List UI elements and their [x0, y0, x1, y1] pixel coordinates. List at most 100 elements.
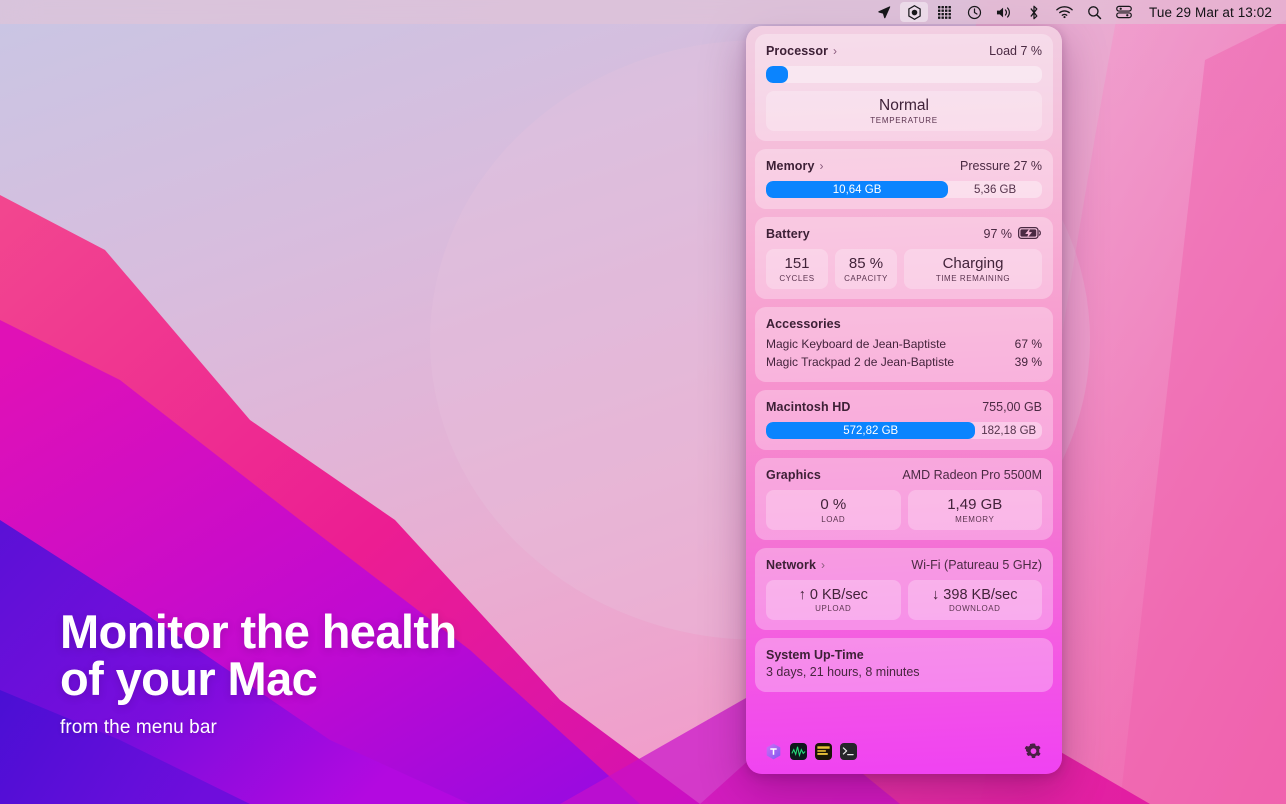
- memory-header: Memory › Pressure 27 %: [766, 157, 1042, 175]
- processor-load-value: Load 7 %: [989, 44, 1042, 58]
- battery-charging-icon: [1017, 226, 1042, 242]
- chevron-right-icon[interactable]: ›: [820, 160, 824, 172]
- graphics-card[interactable]: Graphics AMD Radeon Pro 5500M 0 % LOAD 1…: [755, 458, 1053, 540]
- control-center-icon[interactable]: [1110, 2, 1138, 22]
- processor-temperature-label: TEMPERATURE: [870, 116, 938, 125]
- processor-temperature-tile: Normal TEMPERATURE: [766, 91, 1042, 131]
- graphics-stats: 0 % LOAD 1,49 GB MEMORY: [766, 490, 1042, 530]
- volume-icon[interactable]: [990, 2, 1018, 22]
- control-grid-icon[interactable]: [930, 2, 958, 22]
- processor-title-group: Processor ›: [766, 44, 837, 58]
- app-icon-1[interactable]: [765, 743, 782, 760]
- network-upload-tile: ↑ 0 KB/sec UPLOAD: [766, 580, 901, 620]
- memory-usage-bar: 10,64 GB 5,36 GB: [766, 181, 1042, 198]
- menu-bar-clock[interactable]: Tue 29 Mar at 13:02: [1139, 5, 1276, 20]
- graphics-load-label: LOAD: [821, 514, 846, 524]
- wifi-icon[interactable]: [1050, 2, 1078, 22]
- search-icon[interactable]: [1080, 2, 1108, 22]
- app-icon-3[interactable]: [815, 742, 832, 760]
- disk-free-value: 182,18 GB: [981, 424, 1037, 437]
- graphics-memory-value: 1,49 GB: [947, 496, 1003, 514]
- app-shortcut-list: [765, 742, 857, 760]
- battery-percent-value: 97 %: [983, 227, 1013, 241]
- memory-title-group: Memory ›: [766, 159, 824, 173]
- processor-temperature-value: Normal: [879, 97, 929, 114]
- chevron-right-icon[interactable]: ›: [833, 45, 837, 57]
- list-item: Magic Trackpad 2 de Jean-Baptiste 39 %: [766, 354, 1042, 371]
- network-ssid-value: Wi-Fi (Patureau 5 GHz): [911, 558, 1042, 572]
- battery-header: Battery 97 %: [766, 225, 1042, 243]
- network-stats: ↑ 0 KB/sec UPLOAD ↓ 398 KB/sec DOWNLOAD: [766, 580, 1042, 620]
- accessory-level: 39 %: [1014, 355, 1042, 369]
- processor-load-rest: [788, 66, 1042, 83]
- network-title-group: Network ›: [766, 558, 825, 572]
- network-upload-value: ↑ 0 KB/sec: [798, 586, 868, 603]
- memory-free-value: 5,36 GB: [973, 183, 1017, 196]
- battery-title: Battery: [766, 227, 810, 241]
- battery-time-remaining-tile: Charging TIME REMAINING: [904, 249, 1042, 289]
- battery-capacity-value: 85 %: [848, 255, 884, 273]
- headline-line-1: Monitor the health: [60, 605, 457, 658]
- graphics-memory-label: MEMORY: [955, 514, 995, 524]
- processor-header: Processor › Load 7 %: [766, 42, 1042, 60]
- disk-used-fill: 572,82 GB: [766, 422, 976, 439]
- processor-title: Processor: [766, 44, 829, 58]
- chevron-right-icon[interactable]: ›: [821, 559, 825, 571]
- bluetooth-icon[interactable]: [1020, 2, 1048, 22]
- headline-subtitle: from the menu bar: [60, 717, 217, 738]
- graphics-device-name: AMD Radeon Pro 5500M: [902, 468, 1042, 482]
- list-item: Magic Keyboard de Jean-Baptiste 67 %: [766, 336, 1042, 353]
- uptime-value: 3 days, 21 hours, 8 minutes: [766, 665, 920, 679]
- memory-used-fill: 10,64 GB: [766, 181, 949, 198]
- graphics-memory-tile: 1,49 GB MEMORY: [907, 490, 1042, 530]
- disk-title: Macintosh HD: [766, 400, 851, 414]
- battery-cycles-tile: 151 CYCLES: [766, 249, 828, 289]
- battery-card[interactable]: Battery 97 % 151 CYCLES 85 % CAPACITY Ch…: [755, 217, 1053, 299]
- accessories-header: Accessories: [766, 315, 1042, 333]
- network-card[interactable]: Network › Wi-Fi (Patureau 5 GHz) ↑ 0 KB/…: [755, 548, 1053, 630]
- battery-capacity-tile: 85 % CAPACITY: [835, 249, 897, 289]
- accessories-title: Accessories: [766, 317, 841, 331]
- network-download-label: DOWNLOAD: [948, 604, 1001, 614]
- gear-icon[interactable]: [1024, 742, 1043, 761]
- network-download-value: ↓ 398 KB/sec: [932, 586, 1018, 603]
- graphics-load-value: 0 %: [820, 496, 847, 514]
- uptime-title: System Up-Time: [766, 648, 864, 662]
- graphics-header: Graphics AMD Radeon Pro 5500M: [766, 466, 1042, 484]
- disk-header: Macintosh HD 755,00 GB: [766, 398, 1042, 416]
- headline-line-2: of your Mac: [60, 652, 318, 705]
- uptime-card: System Up-Time 3 days, 21 hours, 8 minut…: [755, 638, 1053, 692]
- memory-card[interactable]: Memory › Pressure 27 % 10,64 GB 5,36 GB: [755, 149, 1053, 209]
- macos-menu-bar: Tue 29 Mar at 13:02: [0, 0, 1286, 24]
- network-header: Network › Wi-Fi (Patureau 5 GHz): [766, 556, 1042, 574]
- network-upload-label: UPLOAD: [815, 604, 852, 614]
- accessory-level: 67 %: [1014, 337, 1042, 351]
- memory-pressure-value: Pressure 27 %: [960, 159, 1042, 173]
- marketing-headline: Monitor the health of your Mac from the …: [60, 608, 457, 739]
- disk-total-value: 755,00 GB: [982, 400, 1042, 414]
- battery-capacity-label: CAPACITY: [844, 273, 888, 283]
- app-icon-2[interactable]: [790, 742, 807, 760]
- disk-card[interactable]: Macintosh HD 755,00 GB 572,82 GB 182,18 …: [755, 390, 1053, 450]
- graphics-title: Graphics: [766, 468, 821, 482]
- processor-load-fill: [766, 66, 788, 83]
- disk-usage-bar: 572,82 GB 182,18 GB: [766, 422, 1042, 439]
- battery-status-group: 97 %: [983, 226, 1043, 242]
- processor-load-bar: [766, 66, 1042, 83]
- time-machine-icon[interactable]: [960, 2, 988, 22]
- app-icon-4-terminal[interactable]: [840, 742, 857, 760]
- system-monitor-panel: Processor › Load 7 % Normal TEMPERATURE …: [746, 26, 1062, 774]
- battery-status-value: Charging: [942, 255, 1004, 273]
- processor-card[interactable]: Processor › Load 7 % Normal TEMPERATURE: [755, 34, 1053, 141]
- screen-recording-icon[interactable]: [900, 2, 929, 22]
- network-title: Network: [766, 558, 817, 572]
- panel-footer: [746, 730, 1062, 774]
- network-download-tile: ↓ 398 KB/sec DOWNLOAD: [907, 580, 1042, 620]
- accessory-name: Magic Trackpad 2 de Jean-Baptiste: [766, 355, 955, 369]
- accessories-card[interactable]: Accessories Magic Keyboard de Jean-Bapti…: [755, 307, 1053, 382]
- memory-title: Memory: [766, 159, 815, 173]
- location-arrow-icon[interactable]: [870, 2, 898, 22]
- battery-time-remaining-label: TIME REMAINING: [935, 273, 1011, 283]
- accessory-name: Magic Keyboard de Jean-Baptiste: [766, 337, 947, 351]
- battery-cycles-value: 151: [784, 255, 810, 273]
